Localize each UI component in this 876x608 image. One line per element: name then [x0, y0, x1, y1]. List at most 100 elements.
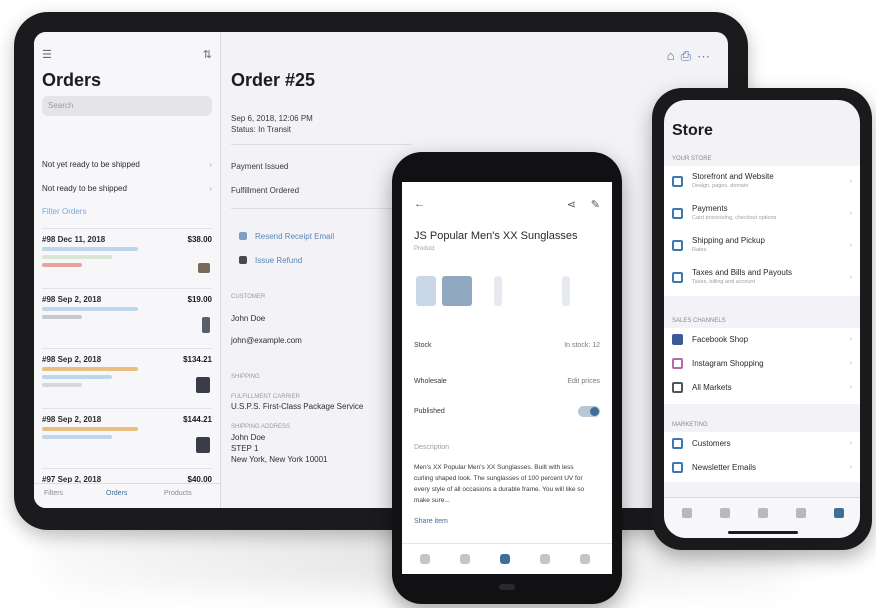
nav-notifications-icon[interactable]: [540, 554, 550, 564]
description-label: Description: [414, 444, 450, 451]
order-status-text: Status: In Transit: [231, 125, 292, 134]
stock-row[interactable]: Stock In stock: 12: [414, 342, 600, 349]
divider: [231, 208, 411, 209]
order-title: #98 Sep 2, 2018: [42, 355, 102, 364]
nav-home-icon[interactable]: [420, 554, 430, 564]
list-item[interactable]: Newsletter Emails ›: [672, 456, 852, 480]
back-icon[interactable]: ←: [414, 198, 425, 210]
tab-store-icon[interactable]: [834, 508, 844, 518]
tab-filters[interactable]: Filters: [44, 490, 63, 497]
tab-dashboard-icon[interactable]: [682, 508, 692, 518]
chevron-right-icon: ›: [849, 358, 852, 367]
storefront-icon: [672, 176, 683, 187]
row-label: Stock: [414, 342, 432, 349]
list-item[interactable]: Payments Card processing, checkout optio…: [672, 200, 852, 228]
list-item[interactable]: Instagram Shopping ›: [672, 352, 852, 376]
filter-item[interactable]: Not ready to be shipped ›: [42, 184, 212, 193]
address-line: STEP 1: [231, 444, 259, 453]
search-input[interactable]: Search: [42, 96, 212, 116]
filter-orders-link[interactable]: Filter Orders: [42, 207, 86, 216]
order-detail-line: [42, 427, 138, 431]
home-gesture-icon[interactable]: [499, 584, 515, 590]
share-item-label: Share item: [414, 518, 448, 525]
list-item[interactable]: Storefront and Website Design, pages, do…: [672, 168, 852, 196]
customer-email[interactable]: john@example.com: [231, 336, 302, 345]
share-item-link[interactable]: Share item: [414, 518, 600, 525]
resend-receipt-label: Resend Receipt Email: [255, 232, 335, 241]
shipping-icon: [672, 240, 683, 251]
order-status-line: [42, 383, 82, 387]
item-label: All Markets: [692, 383, 732, 392]
globe-icon: [672, 382, 683, 393]
sort-icon[interactable]: ⇅: [203, 48, 212, 61]
email-icon: [239, 232, 247, 240]
published-row: Published: [414, 406, 600, 417]
resend-receipt-button[interactable]: Resend Receipt Email: [239, 232, 334, 241]
item-label: Instagram Shopping: [692, 359, 764, 368]
order-row[interactable]: #98 Sep 2, 2018 $19.00: [42, 288, 212, 349]
store-settings-group: Storefront and Website Design, pages, do…: [664, 166, 860, 296]
divider: [231, 144, 411, 145]
tab-products-icon[interactable]: [758, 508, 768, 518]
instagram-icon: [672, 358, 683, 369]
product-image[interactable]: [562, 276, 570, 306]
chevron-right-icon: ›: [849, 240, 852, 249]
wholesale-row[interactable]: Wholesale Edit prices: [414, 378, 600, 385]
published-toggle[interactable]: [578, 406, 600, 417]
facebook-icon: [672, 334, 683, 345]
payment-status: Payment Issued: [231, 162, 289, 171]
chevron-right-icon: ›: [849, 208, 852, 217]
home-indicator: [728, 531, 798, 534]
order-amount: $19.00: [187, 295, 212, 304]
chevron-right-icon: ›: [209, 184, 212, 193]
tab-products[interactable]: Products: [164, 490, 192, 497]
nav-products-icon[interactable]: [500, 554, 510, 564]
android-device: ← ⋖ ✎ JS Popular Men's XX Sunglasses Pro…: [392, 152, 622, 604]
product-description[interactable]: Men's XX Popular Men's XX Sunglasses. Bu…: [414, 462, 594, 506]
product-image[interactable]: [416, 276, 436, 306]
menu-icon[interactable]: ☰: [42, 48, 52, 61]
nav-store-icon[interactable]: [580, 554, 590, 564]
order-row[interactable]: #98 Sep 2, 2018 $144.21: [42, 408, 212, 469]
sidebar-tabbar: Filters Orders Products: [34, 483, 220, 508]
issue-refund-button[interactable]: Issue Refund: [239, 256, 302, 265]
order-row[interactable]: #98 Sep 2, 2018 $134.21: [42, 348, 212, 409]
order-amount: $134.21: [183, 355, 212, 364]
page-title: Store: [672, 122, 713, 139]
chevron-right-icon: ›: [849, 462, 852, 471]
tablet-screen: ☰ ⇅ Orders Search Not yet ready to be sh…: [34, 32, 728, 508]
iphone-screen: Store Your store Storefront and Website …: [664, 100, 860, 538]
marketing-group: Customers › Newsletter Emails ›: [664, 432, 860, 482]
list-item[interactable]: Shipping and Pickup Rates ›: [672, 232, 852, 260]
tab-orders[interactable]: Orders: [106, 490, 127, 497]
android-screen: ← ⋖ ✎ JS Popular Men's XX Sunglasses Pro…: [402, 182, 612, 574]
order-detail-line: [42, 367, 138, 371]
print-icon[interactable]: ⌂: [667, 48, 681, 63]
order-date: Sep 6, 2018, 12:06 PM: [231, 114, 313, 123]
list-item[interactable]: Customers ›: [672, 432, 852, 456]
edit-icon[interactable]: ✎: [591, 198, 600, 211]
list-item[interactable]: Taxes and Bills and Payouts Taxes, billi…: [672, 264, 852, 292]
customer-name[interactable]: John Doe: [231, 314, 265, 323]
issue-refund-label: Issue Refund: [255, 256, 303, 265]
more-icon[interactable]: ⋯: [697, 48, 716, 63]
bottom-navigation: [402, 543, 612, 574]
share-icon[interactable]: ⋖: [567, 198, 576, 211]
product-thumbnail: [202, 317, 210, 333]
list-item[interactable]: All Markets ›: [672, 376, 852, 400]
filter-label: Not ready to be shipped: [42, 184, 127, 193]
filter-item[interactable]: Not yet ready to be shipped ›: [42, 160, 212, 169]
item-label: Customers: [692, 439, 731, 448]
nav-orders-icon[interactable]: [460, 554, 470, 564]
list-item[interactable]: Facebook Shop ›: [672, 328, 852, 352]
order-row[interactable]: #98 Dec 11, 2018 $38.00: [42, 228, 212, 289]
chevron-right-icon: ›: [849, 272, 852, 281]
tab-customers-icon[interactable]: [796, 508, 806, 518]
order-detail-line: [42, 247, 138, 251]
share-icon[interactable]: ⎙: [681, 48, 697, 63]
tab-orders-icon[interactable]: [720, 508, 730, 518]
carrier-label: Fulfillment Carrier: [231, 394, 300, 400]
payments-icon: [672, 208, 683, 219]
product-image[interactable]: [494, 276, 502, 306]
product-image[interactable]: [442, 276, 472, 306]
